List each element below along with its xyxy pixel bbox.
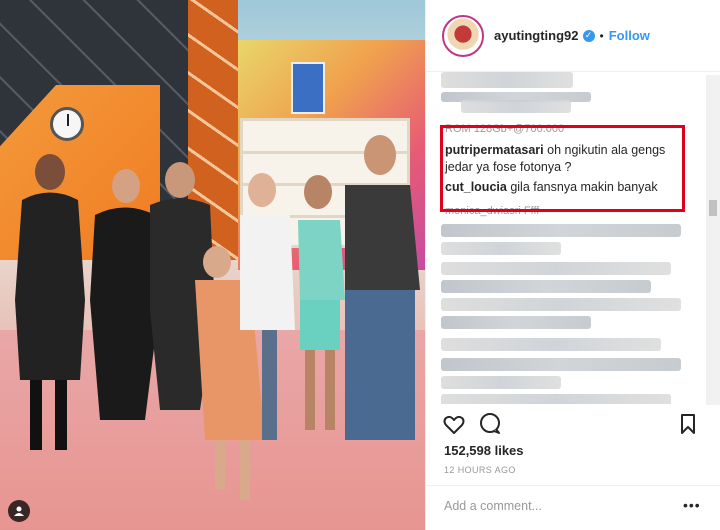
comments-list: ROM 128Gb+@700.000 putripermatasari oh n… (441, 72, 711, 404)
heart-icon[interactable] (442, 412, 466, 436)
blurred-comment (441, 394, 671, 404)
blurred-comment (441, 280, 651, 293)
highlight-box (440, 125, 685, 212)
comment-icon[interactable] (478, 412, 502, 436)
blurred-comment (441, 242, 561, 255)
group-of-people (15, 135, 420, 500)
blurred-comment (441, 316, 591, 329)
blurred-comment (441, 338, 661, 351)
add-comment-input[interactable]: Add a comment... (444, 499, 542, 513)
blurred-comment (441, 224, 681, 237)
post-photo[interactable] (0, 0, 425, 530)
more-options-button[interactable]: ••• (683, 497, 701, 513)
likes-count[interactable]: 152,598 likes (444, 443, 524, 458)
comments-scrollbar[interactable] (706, 75, 720, 405)
verified-badge-icon: ✓ (582, 29, 595, 42)
blurred-comment (441, 262, 671, 275)
blurred-comment (441, 298, 681, 311)
post-timestamp[interactable]: 12 HOURS AGO (444, 465, 516, 475)
scrollbar-thumb[interactable] (709, 200, 717, 216)
separator-dot: • (599, 28, 604, 43)
post-actions (440, 412, 710, 436)
blurred-comment (441, 376, 561, 389)
divider (425, 485, 720, 486)
blurred-comment (461, 100, 571, 113)
user-tag-icon[interactable] (8, 500, 30, 522)
follow-button[interactable]: Follow (609, 28, 650, 43)
blurred-comment (441, 358, 681, 371)
post-header: ayutingting92 ✓ • Follow (426, 0, 720, 72)
bookmark-icon[interactable] (676, 412, 700, 436)
blurred-comment (441, 72, 573, 88)
avatar[interactable] (442, 14, 484, 57)
username-link[interactable]: ayutingting92 (494, 28, 579, 43)
